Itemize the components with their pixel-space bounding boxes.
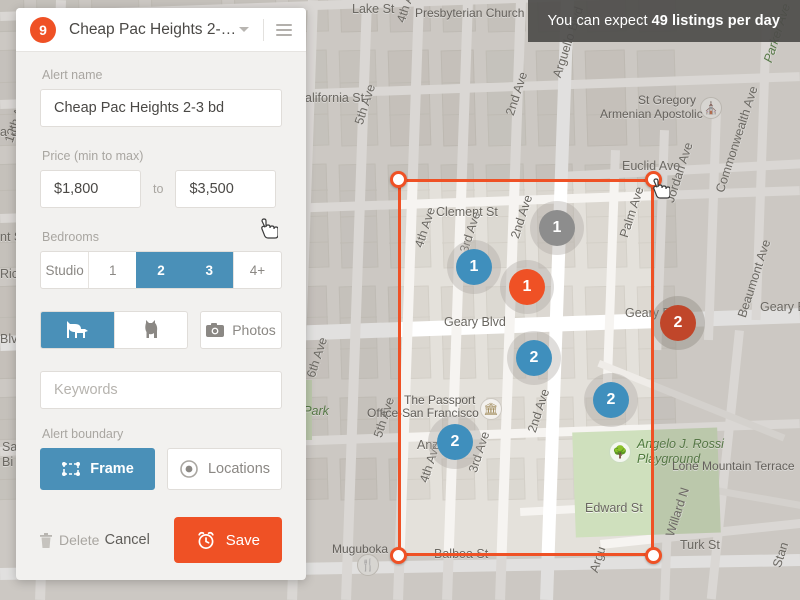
boundary-frame-button[interactable]: Frame xyxy=(40,448,155,490)
panel-footer: Delete Cancel Save xyxy=(16,506,306,580)
save-button[interactable]: Save xyxy=(174,517,282,563)
map-label: Lake St xyxy=(352,2,394,16)
alert-boundary-label: Alert boundary xyxy=(42,427,282,441)
bedrooms-option-2[interactable]: 2 xyxy=(136,252,184,288)
cancel-button[interactable]: Cancel xyxy=(105,532,150,548)
map-marker[interactable]: 2 xyxy=(660,305,696,341)
alert-name-input[interactable] xyxy=(40,89,282,127)
listings-estimate-toast: You can expect 49 listings per day xyxy=(528,0,800,42)
map-label: Armenian Apostolic xyxy=(600,107,703,121)
save-label: Save xyxy=(226,532,260,549)
bedrooms-option-3[interactable]: 3 xyxy=(185,252,233,288)
map-label: Sa xyxy=(2,440,17,454)
alert-editor-panel[interactable]: 9 Cheap Pac Heights 2-3 bd Alert name Pr… xyxy=(16,8,306,580)
frame-handle-bottom-left xyxy=(390,547,407,564)
frame-handle-top-left xyxy=(390,171,407,188)
map-label: Muguboka xyxy=(332,542,388,556)
map-label: California St xyxy=(296,91,364,105)
boundary-locations-label: Locations xyxy=(208,461,270,477)
map-label: Presbyterian Church xyxy=(415,6,524,20)
hamburger-menu-icon[interactable] xyxy=(276,21,292,39)
map-label: Bi xyxy=(2,455,13,469)
keywords-input[interactable] xyxy=(40,371,282,409)
trash-icon xyxy=(40,533,52,548)
bedrooms-option-studio[interactable]: Studio xyxy=(41,252,88,288)
map-label: St Gregory xyxy=(638,93,696,107)
camera-icon xyxy=(206,323,224,337)
price-min-input[interactable] xyxy=(40,170,141,208)
map-label: Turk St xyxy=(680,538,720,552)
alarm-clock-icon xyxy=(196,530,216,550)
bedrooms-option-4plus[interactable]: 4+ xyxy=(233,252,281,288)
panel-title: Cheap Pac Heights 2-3 bd xyxy=(69,21,239,39)
boundary-locations-button[interactable]: Locations xyxy=(167,448,282,490)
price-separator: to xyxy=(153,182,163,196)
dog-icon xyxy=(64,320,90,340)
header-divider xyxy=(263,19,264,41)
map-label: Lone Mountain Terrace xyxy=(672,459,795,473)
price-label: Price (min to max) xyxy=(42,149,282,163)
bedrooms-label: Bedrooms xyxy=(42,230,282,244)
panel-body: Alert name Price (min to max) to Bedroom… xyxy=(16,52,306,506)
price-max-input[interactable] xyxy=(175,170,276,208)
bedrooms-segmented-control[interactable]: Studio1234+ xyxy=(40,251,282,289)
radio-target-icon xyxy=(179,459,199,479)
cat-icon xyxy=(141,320,161,340)
alert-boundary-frame[interactable] xyxy=(398,179,654,556)
church-icon: ⛪ xyxy=(700,97,722,119)
panel-header: 9 Cheap Pac Heights 2-3 bd xyxy=(16,8,306,52)
photos-label: Photos xyxy=(232,322,276,338)
pets-toggle-group[interactable] xyxy=(40,311,188,349)
frame-handle-bottom-right xyxy=(645,547,662,564)
frame-handle-top-right xyxy=(645,171,662,188)
chevron-down-icon[interactable] xyxy=(239,27,249,32)
boundary-frame-label: Frame xyxy=(90,461,134,477)
alert-name-label: Alert name xyxy=(42,68,282,82)
map-label: Geary Blvd xyxy=(760,300,800,314)
frame-icon xyxy=(61,461,81,477)
alert-count-badge: 9 xyxy=(30,17,56,43)
restaurant-icon: 🍴 xyxy=(357,554,379,576)
toast-highlight: 49 listings per day xyxy=(652,13,780,29)
delete-label: Delete xyxy=(59,532,99,548)
map-label: Blv xyxy=(0,332,17,346)
photos-filter-button[interactable]: Photos xyxy=(200,311,282,349)
toast-prefix: You can expect xyxy=(548,13,648,29)
cat-allowed-toggle[interactable] xyxy=(114,312,188,348)
bedrooms-option-1[interactable]: 1 xyxy=(88,252,136,288)
dog-allowed-toggle[interactable] xyxy=(41,312,114,348)
delete-button[interactable]: Delete xyxy=(40,532,99,548)
